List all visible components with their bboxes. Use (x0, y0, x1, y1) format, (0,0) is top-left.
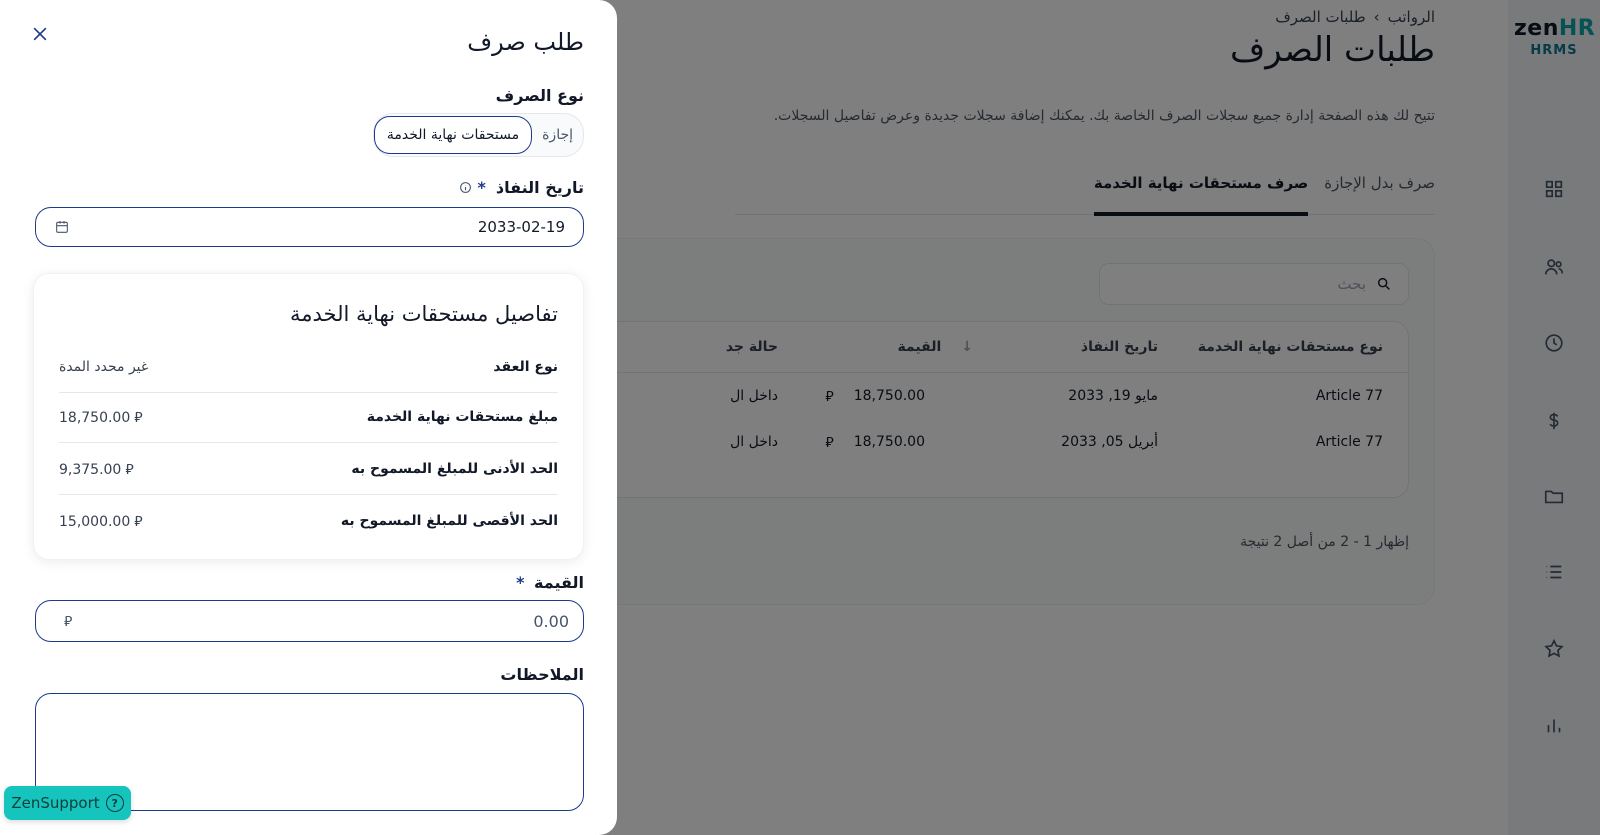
required-mark: * (477, 178, 486, 197)
notes-label: الملاحظات (500, 665, 584, 684)
effective-date-value: 2033-02-19 (477, 218, 565, 236)
amount-value: 0.00 (533, 611, 569, 631)
help-icon: ? (105, 794, 124, 812)
eos-details-card: تفاصيل مستحقات نهاية الخدمة نوع العقد غي… (33, 273, 584, 560)
calendar-icon[interactable] (54, 219, 70, 235)
required-mark: * (516, 573, 525, 592)
zensupport-button[interactable]: ZenSupport ? (4, 786, 131, 820)
effective-date-label: تاريخ النفاذ (495, 178, 584, 197)
currency-icon: ⃁ (125, 462, 134, 478)
detail-key: الحد الأدنى للمبلغ المسموح به (351, 461, 558, 477)
close-button[interactable] (26, 24, 50, 48)
detail-value: غير محدد المدة (59, 359, 149, 375)
detail-row: الحد الأدنى للمبلغ المسموح به 9,375.00 ⃁ (59, 444, 558, 495)
amount-input[interactable]: 0.00 ⃁ (35, 600, 584, 642)
info-icon[interactable] (459, 181, 472, 194)
detail-row: مبلغ مستحقات نهاية الخدمة 18,750.00 ⃁ (59, 392, 558, 443)
expense-type-label: نوع الصرف (495, 86, 584, 105)
amount-label-row: القيمة * (516, 573, 584, 592)
detail-value: 18,750.00 ⃁ (59, 410, 143, 426)
detail-row: نوع العقد غير محدد المدة (59, 342, 558, 393)
detail-key: الحد الأقصى للمبلغ المسموح به (340, 513, 558, 529)
drawer-title: طلب صرف (467, 28, 584, 56)
currency-icon: ⃁ (134, 410, 143, 426)
expense-request-drawer: طلب صرف نوع الصرف إجازة مستحقات نهاية ال… (0, 0, 617, 835)
zensupport-label: ZenSupport (11, 794, 100, 812)
detail-value: 15,000.00 ⃁ (59, 514, 143, 530)
effective-date-field[interactable]: 2033-02-19 (35, 207, 584, 247)
expense-type-option-leave[interactable]: إجازة (532, 115, 583, 155)
eos-details-title: تفاصيل مستحقات نهاية الخدمة (290, 302, 558, 326)
detail-row: الحد الأقصى للمبلغ المسموح به 15,000.00 ⃁ (59, 496, 558, 546)
close-icon (33, 27, 47, 41)
currency-icon: ⃁ (134, 514, 143, 530)
detail-key: مبلغ مستحقات نهاية الخدمة (366, 409, 558, 425)
detail-value: 9,375.00 ⃁ (59, 462, 134, 478)
expense-type-toggle: إجازة مستحقات نهاية الخدمة (372, 113, 584, 157)
amount-label: القيمة (534, 573, 584, 592)
effective-date-label-row: تاريخ النفاذ * (459, 178, 584, 197)
currency-icon: ⃁ (64, 614, 73, 630)
expense-type-option-eos[interactable]: مستحقات نهاية الخدمة (373, 116, 533, 154)
detail-key: نوع العقد (493, 359, 558, 375)
